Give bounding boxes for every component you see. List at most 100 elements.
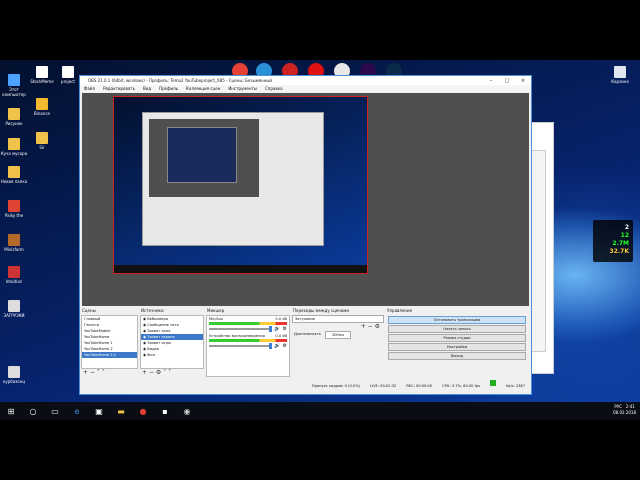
transition-select[interactable]: Затухание (292, 315, 384, 323)
obs-window[interactable]: OBS 21.0.1 (64bit, windows) - Профиль: T… (79, 75, 532, 395)
clock-date[interactable]: 08.02.2018 (613, 410, 636, 415)
desktop-icon[interactable]: Этот компьютер (0, 74, 28, 97)
source-settings-icon[interactable]: ⚙ (156, 369, 161, 376)
mixer-channel: Mic/Aux 0.0 dB 🔊 ⚙ (207, 316, 289, 333)
scene-item[interactable]: YouTubeHome 2.1 (82, 352, 137, 358)
file-icon (8, 300, 20, 312)
duration-input[interactable]: 300ms (324, 331, 352, 339)
start-icon[interactable]: ⊞ (0, 407, 22, 416)
file-icon (8, 200, 20, 212)
scene-label: YouTubeHome 2 (84, 347, 113, 351)
dropped-frames: Пропуск кадров: 0 (0.0%) (311, 384, 361, 388)
letterbox-top (0, 0, 640, 60)
desktop-icon[interactable]: Minisform (0, 234, 28, 252)
file-icon (8, 166, 20, 178)
letterbox-bottom (0, 420, 640, 480)
menu-item[interactable]: Редактировать (103, 86, 135, 91)
preview-canvas[interactable] (82, 93, 529, 306)
desktop-icon[interactable]: ЗАГРУЗКИ (0, 300, 28, 318)
move-down-icon[interactable]: ˅ (102, 369, 105, 376)
scene-label: Главный (84, 317, 101, 321)
sources-list[interactable]: ◉ Вебкамера ◉ Сообщение чата ◉ Захват окна… (140, 315, 204, 369)
taskbar: ⊞ ○ ▭ e ▣ ▬ ● ▪ ◉ РУС 2:41 08.02.2018 (0, 402, 640, 420)
file-icon (62, 66, 74, 78)
obs-titlebar[interactable]: OBS 21.0.1 (64bit, windows) - Профиль: T… (80, 76, 531, 85)
sources-panel: Источники ◉ Вебкамера ◉ Сообщение чата ◉ З… (140, 307, 204, 379)
desktop-icon[interactable]: StockMeme (28, 66, 56, 84)
menu-item[interactable]: Файл (84, 86, 95, 91)
mixer-channel-db: 0.0 dB (275, 317, 287, 321)
close-icon[interactable]: × (515, 78, 531, 84)
gear-icon[interactable]: ⚙ (283, 343, 287, 349)
add-scene-icon[interactable]: + (83, 369, 88, 376)
remove-transition-icon[interactable]: − (368, 323, 373, 330)
speaker-icon[interactable]: 🔊 (274, 326, 280, 332)
menu-item[interactable]: Инструменты (228, 86, 257, 91)
volume-slider[interactable] (209, 325, 273, 332)
desktop-icon[interactable]: Новая папка (0, 166, 28, 184)
control-button[interactable]: Остановить трансляцию (388, 316, 526, 324)
scenes-list[interactable]: Главный Геолстр YouTubeMobile YouTubeHome Yo… (81, 315, 138, 369)
nested-taskbar (114, 265, 367, 273)
remove-scene-icon[interactable]: − (90, 369, 95, 376)
control-button[interactable]: Выход (388, 352, 526, 360)
speaker-icon[interactable]: 🔊 (274, 343, 280, 349)
desktop-icon-label: StockMeme (30, 79, 54, 84)
desktop-icon[interactable]: project (54, 66, 82, 84)
remove-source-icon[interactable]: − (149, 369, 154, 376)
desktop-icon[interactable]: Рисунок (0, 108, 28, 126)
clock-time[interactable]: 2:41 (626, 404, 635, 409)
gear-icon[interactable]: ⚙ (283, 326, 287, 332)
desktop-icon[interactable]: Куча мусора (0, 138, 28, 156)
search-icon[interactable]: ○ (22, 407, 44, 416)
desktop-icon[interactable]: Sir (28, 132, 56, 150)
nested-preview (149, 119, 259, 197)
menu-item[interactable]: Справка (265, 86, 283, 91)
system-tray[interactable]: РУС 2:41 08.02.2018 (613, 404, 636, 416)
app-icon[interactable]: ▪ (154, 407, 176, 416)
move-up-icon[interactable]: ˄ (163, 369, 166, 376)
controls-title: Управление (387, 308, 413, 313)
scenes-panel: Сцены Главный Геолстр YouTubeMobile YouTube… (81, 307, 138, 379)
menu-item[interactable]: Вид (143, 86, 151, 91)
nested-preview-inner (167, 127, 237, 183)
source-item[interactable]: ◉ Фон (141, 352, 203, 358)
desktop-icon[interactable]: Binance (28, 98, 56, 116)
minimize-icon[interactable]: – (483, 78, 499, 84)
live-time: LIVE: 00:02:32 (370, 384, 397, 388)
move-down-icon[interactable]: ˅ (168, 369, 171, 376)
language-indicator[interactable]: РУС (614, 404, 622, 409)
desktop-icon[interactable]: курбазонц (0, 366, 28, 384)
add-source-icon[interactable]: + (142, 369, 147, 376)
file-icon (8, 74, 20, 86)
source-label: Захват экрана (147, 335, 175, 339)
maximize-icon[interactable]: □ (499, 78, 515, 84)
control-button[interactable]: Настройки (388, 343, 526, 351)
control-button[interactable]: Начать запись (388, 325, 526, 333)
volume-handle[interactable] (269, 325, 273, 332)
chrome-icon[interactable]: ● (132, 407, 154, 416)
volume-slider[interactable] (209, 342, 273, 349)
recycle-bin-icon[interactable]: Корзина (606, 66, 634, 84)
desktop-icon[interactable]: Paiky the (0, 200, 28, 218)
file-icon (8, 266, 20, 278)
task-view-icon[interactable]: ▭ (44, 407, 66, 416)
desktop-icon[interactable]: Intuition (0, 266, 28, 284)
explorer-icon[interactable]: ▬ (110, 407, 132, 416)
add-transition-icon[interactable]: + (361, 323, 366, 330)
desktop-icon-label: Куча мусора (0, 151, 28, 156)
obs-icon[interactable]: ◉ (176, 407, 198, 416)
store-icon[interactable]: ▣ (88, 407, 110, 416)
volume-handle[interactable] (269, 342, 273, 349)
move-up-icon[interactable]: ˄ (97, 369, 100, 376)
desktop-icon-label: Paiky the (4, 213, 24, 218)
mixer-title: Микшер (207, 308, 225, 313)
transition-settings-icon[interactable]: ⚙ (375, 323, 380, 330)
menu-item[interactable]: Коллекция сцен (186, 86, 220, 91)
source-label: Захват игры (147, 341, 171, 345)
rec-time: REC: 00:00:00 (406, 384, 433, 388)
desktop: Этот компьютер StockMeme project Рисунок Bin… (0, 60, 640, 402)
control-button[interactable]: Режим студии (388, 334, 526, 342)
menu-item[interactable]: Профиль (159, 86, 178, 91)
edge-icon[interactable]: e (66, 407, 88, 416)
